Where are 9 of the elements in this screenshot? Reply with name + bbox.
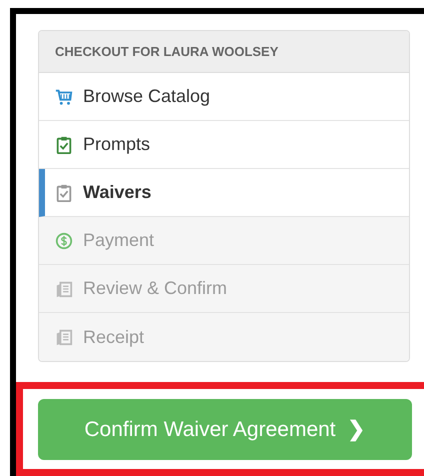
- panel-title: CHECKOUT FOR LAURA WOOLSEY: [55, 42, 278, 61]
- step-item[interactable]: Waivers: [39, 169, 409, 217]
- documents-icon: [55, 328, 73, 346]
- documents-icon: [55, 280, 73, 298]
- clipboard-check-icon: [55, 136, 73, 154]
- clipboard-check-icon: [55, 184, 73, 202]
- cart-icon: [55, 88, 73, 106]
- confirm-waiver-button[interactable]: Confirm Waiver Agreement ❯: [38, 399, 412, 460]
- dollar-icon: [55, 232, 73, 250]
